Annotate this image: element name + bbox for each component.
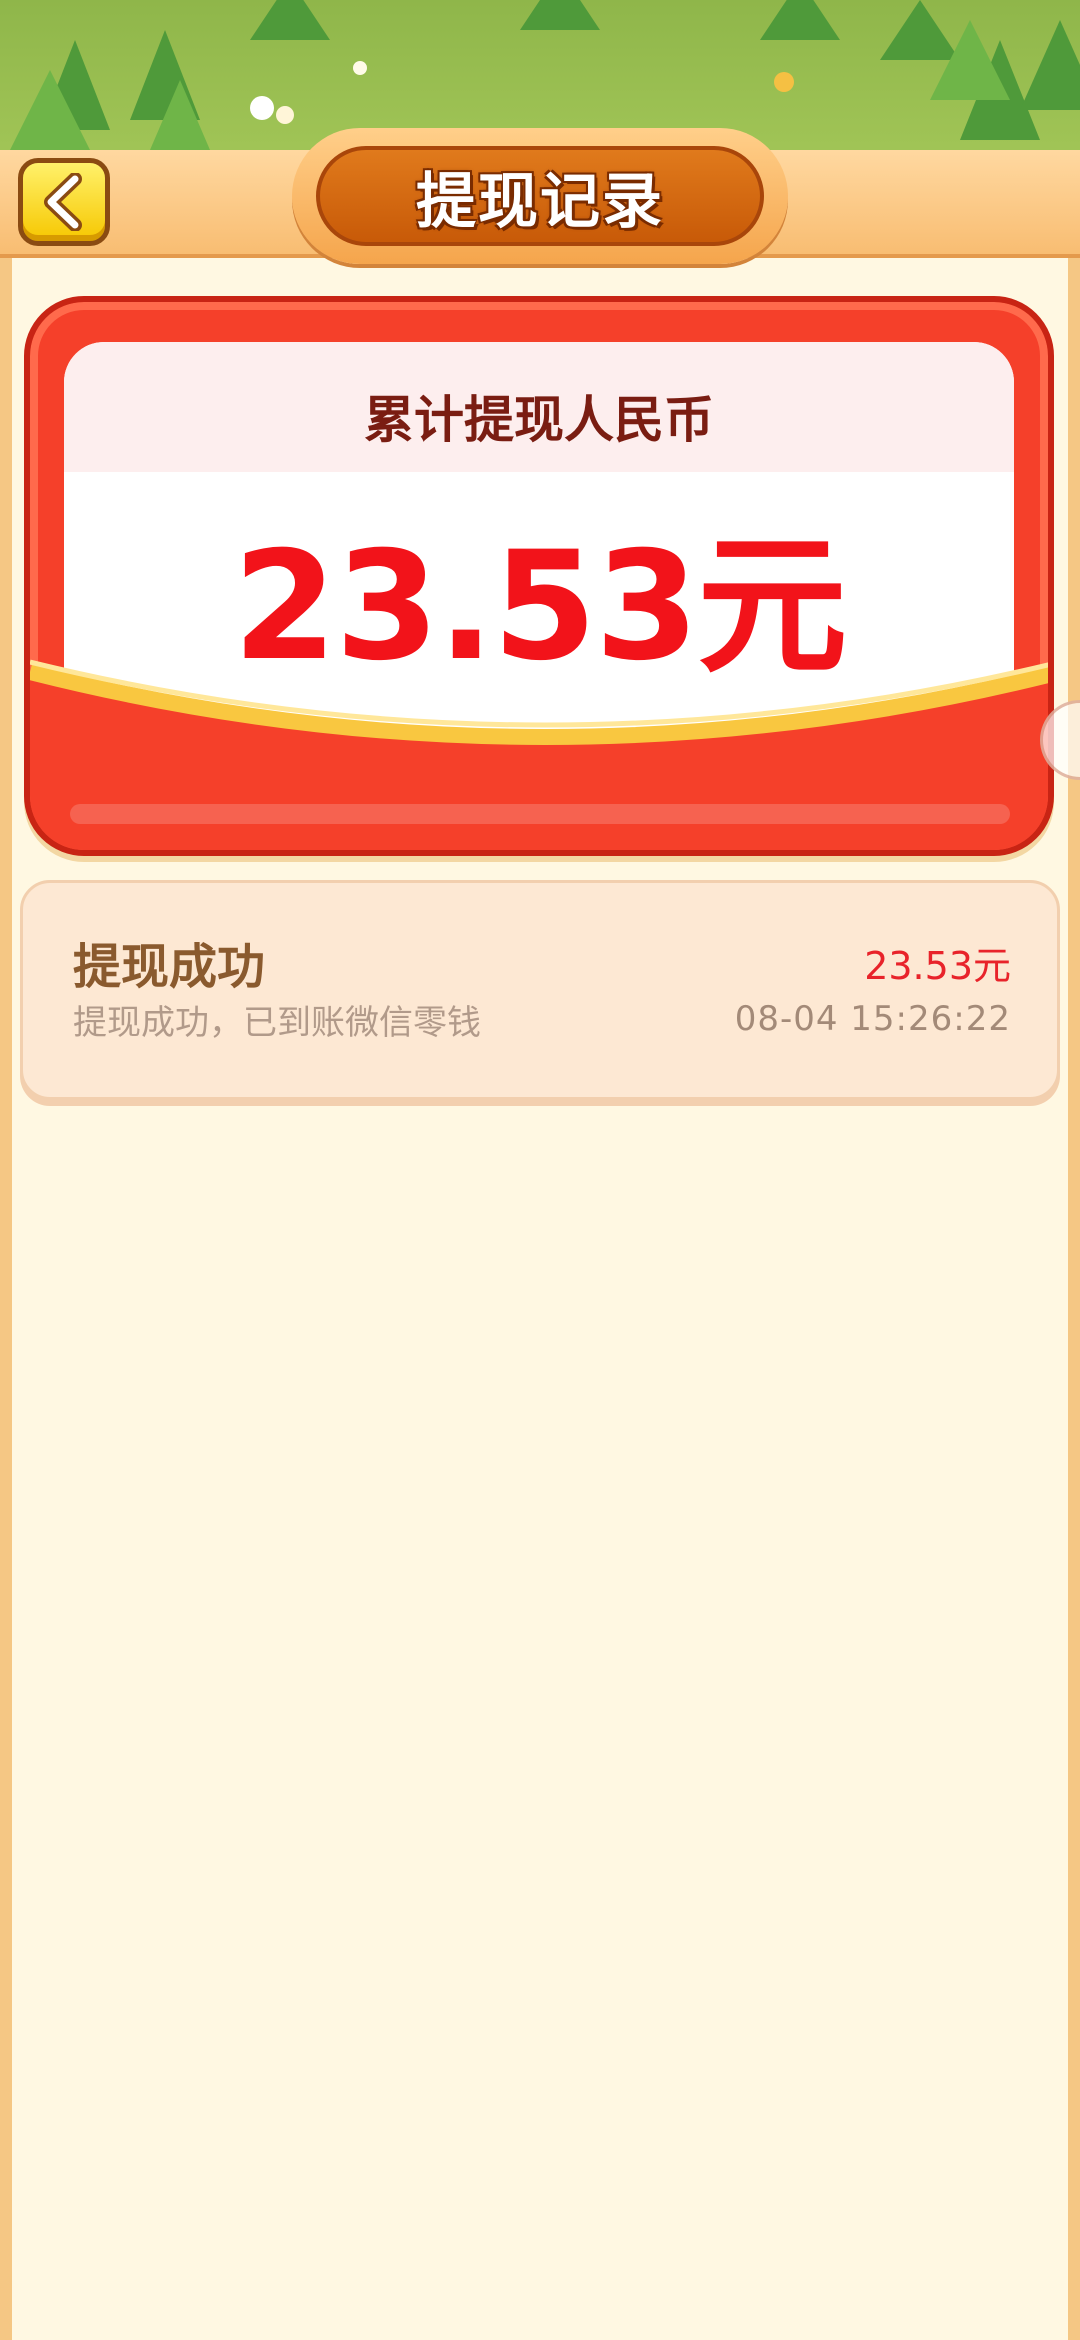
back-button[interactable] — [18, 158, 110, 246]
summary-label: 累计提现人民币 — [364, 391, 714, 449]
page-title: 提现记录 — [416, 166, 664, 237]
record-title: 提现成功 — [73, 939, 266, 995]
record-description: 提现成功，已到账微信零钱 — [73, 1003, 481, 1043]
summary-gloss — [70, 804, 1010, 824]
withdraw-summary-card: 累计提现人民币 23.53元 — [24, 296, 1054, 856]
record-amount: 23.53元 — [864, 944, 1011, 988]
chevron-left-icon — [44, 173, 82, 231]
page-title-background: 提现记录 — [316, 146, 764, 246]
record-time: 08-04 15:26:22 — [734, 999, 1011, 1039]
page-title-pill: 提现记录 — [292, 128, 788, 264]
list-item: 提现成功 提现成功，已到账微信零钱 23.53元 08-04 15:26:22 — [20, 880, 1060, 1100]
